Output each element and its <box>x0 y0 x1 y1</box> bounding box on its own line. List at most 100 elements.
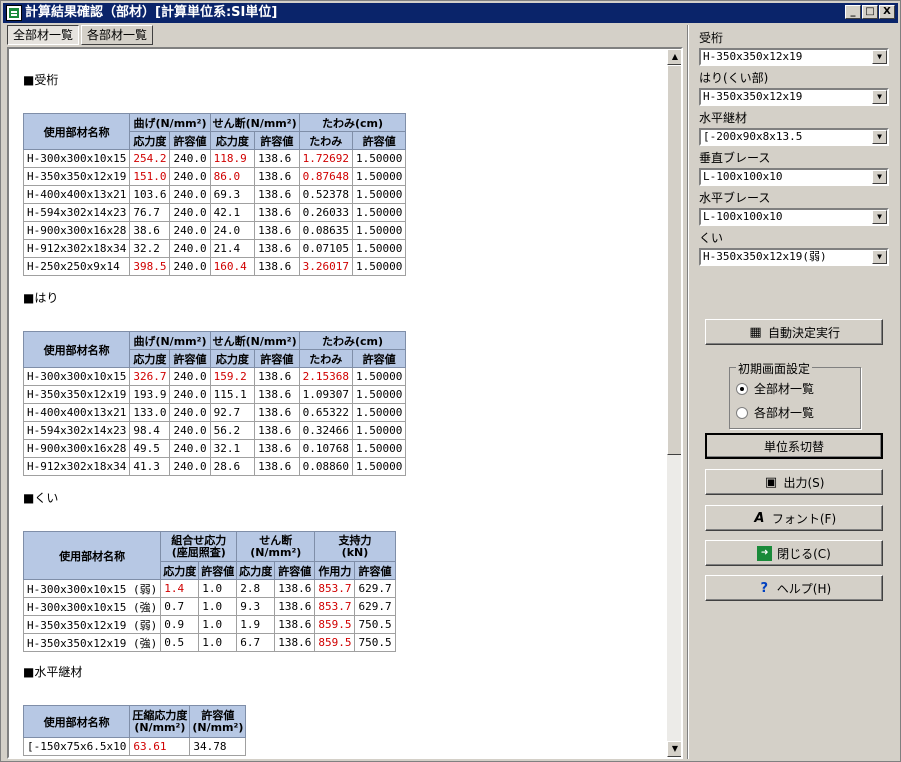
font-icon: A <box>754 510 765 526</box>
value-cell: 32.2 <box>129 239 171 258</box>
results-panel: ■受桁 使用部材名称 曲げ(N/mm²) せん断(N/mm²) たわみ(cm) … <box>7 47 683 759</box>
col-shear: せん断(N/mm²) <box>209 113 300 132</box>
calculator-icon: ▦ <box>749 324 762 340</box>
value-cell: 0.26033 <box>298 203 353 222</box>
value-cell: 859.5 <box>314 633 356 652</box>
label-kui: くい <box>699 231 724 245</box>
scroll-up-button[interactable]: ▲ <box>667 49 681 65</box>
col-shear: せん断 (N/mm²) <box>236 531 316 562</box>
value-cell: 138.6 <box>254 439 300 458</box>
value-cell: 1.09307 <box>298 385 353 404</box>
radio-checked-icon <box>736 382 748 395</box>
close-label: 閉じる(C) <box>777 546 831 561</box>
value-cell: 240.0 <box>169 403 211 422</box>
table-row: [-150x75x6.5x10 63.61 34.78 <box>22 737 247 756</box>
value-cell: 138.6 <box>254 239 300 258</box>
table-row: H-300x300x10x15 (強) 0.7 1.0 9.3 138.6 853.7 62… <box>22 597 396 616</box>
member-name-cell: H-250x250x9x14 <box>22 257 131 276</box>
value-cell: 138.6 <box>274 615 316 634</box>
section-title-hari: ■はり <box>23 291 59 305</box>
value-cell: 1.0 <box>198 579 238 598</box>
col-allowable: 許容値 <box>351 349 407 368</box>
value-cell: 24.0 <box>209 221 256 240</box>
col-bearing: 支持力 (kN) <box>314 531 396 562</box>
member-name-cell: H-400x400x13x21 <box>22 403 131 422</box>
value-cell: 138.6 <box>274 597 316 616</box>
value-cell: 32.1 <box>209 439 256 458</box>
value-cell: 0.07105 <box>298 239 353 258</box>
vertical-scrollbar[interactable]: ▲ ▼ <box>667 49 681 757</box>
select-ukegeta[interactable]: H-350x350x12x19 ▼ <box>699 48 889 66</box>
select-value: [-200x90x8x13.5 <box>703 130 803 143</box>
output-button[interactable]: ▣ 出力(S) <box>705 469 883 495</box>
select-horizontal-brace[interactable]: L-100x100x10 ▼ <box>699 208 889 226</box>
radio-all-members[interactable]: 全部材一覧 <box>736 380 814 397</box>
maximize-button[interactable]: □ <box>862 5 878 19</box>
select-value: H-350x350x12x19 <box>703 50 803 63</box>
output-label: 出力(S) <box>783 475 825 490</box>
right-panel: 受桁 H-350x350x12x19 ▼ はり(くい部) H-350x350x12… <box>691 25 899 759</box>
close-dialog-button[interactable]: ➜ 閉じる(C) <box>705 540 883 566</box>
close-button[interactable]: X <box>879 5 895 19</box>
select-value: L-100x100x10 <box>703 170 783 183</box>
select-suihei[interactable]: [-200x90x8x13.5 ▼ <box>699 128 889 146</box>
tab-each-member[interactable]: 各部材一覧 <box>81 25 154 45</box>
member-name-cell: H-300x300x10x15 <box>22 367 131 386</box>
dropdown-arrow-icon[interactable]: ▼ <box>872 130 887 144</box>
dropdown-arrow-icon[interactable]: ▼ <box>872 90 887 104</box>
suihei-rows: [-150x75x6.5x10 63.61 34.78 <box>22 737 247 756</box>
table-row: H-250x250x9x14 398.5 240.0 160.4 138.6 3.2601… <box>22 257 407 276</box>
value-cell: 1.50000 <box>351 367 407 386</box>
value-cell: 41.3 <box>129 457 171 476</box>
value-cell: 1.50000 <box>351 257 407 276</box>
col-stress: 応力度 <box>129 349 171 368</box>
col-allowable: 許容値 <box>254 349 300 368</box>
value-cell: 138.6 <box>254 385 300 404</box>
value-cell: 76.7 <box>129 203 171 222</box>
title-bar[interactable]: 計算結果確認（部材）[計算単位系:SI単位] _ □ X <box>3 3 898 23</box>
scroll-thumb[interactable] <box>667 65 681 455</box>
table-kui: 使用部材名称 組合せ応力 (座屈照査) せん断 (N/mm²) 支持力 (kN)… <box>22 531 396 652</box>
table-row: H-912x302x18x34 41.3 240.0 28.6 138.6 0.08860… <box>22 457 407 476</box>
value-cell: 1.50000 <box>351 167 407 186</box>
value-cell: 49.5 <box>129 439 171 458</box>
radio-each-member[interactable]: 各部材一覧 <box>736 404 814 421</box>
col-stress: 応力度 <box>160 561 200 580</box>
value-cell: 38.6 <box>129 221 171 240</box>
unit-switch-label: 単位系切替 <box>763 439 824 454</box>
unit-switch-button[interactable]: 単位系切替 <box>705 433 883 459</box>
value-cell: 2.15368 <box>298 367 353 386</box>
table-row: H-912x302x18x34 32.2 240.0 21.4 138.6 0.07105… <box>22 239 407 258</box>
member-name-cell: H-400x400x13x21 <box>22 185 131 204</box>
value-cell: 0.52378 <box>298 185 353 204</box>
exit-icon: ➜ <box>757 545 773 561</box>
help-button[interactable]: ? ヘルプ(H) <box>705 575 883 601</box>
section-title-suihei: ■水平継材 <box>23 665 83 679</box>
value-cell: 2.8 <box>236 579 276 598</box>
value-cell: 0.87648 <box>298 167 353 186</box>
tab-all-members[interactable]: 全部材一覧 <box>7 25 80 45</box>
scroll-down-button[interactable]: ▼ <box>667 741 681 757</box>
value-cell: 1.0 <box>198 615 238 634</box>
dropdown-arrow-icon[interactable]: ▼ <box>872 170 887 184</box>
minimize-button[interactable]: _ <box>845 5 861 19</box>
col-member-name: 使用部材名称 <box>22 705 131 738</box>
col-shear: せん断(N/mm²) <box>209 331 300 350</box>
member-name-cell: H-594x302x14x23 <box>22 421 131 440</box>
select-kui[interactable]: H-350x350x12x19(弱) ▼ <box>699 248 889 266</box>
dropdown-arrow-icon[interactable]: ▼ <box>872 250 887 264</box>
value-cell: 69.3 <box>209 185 256 204</box>
col-combined-stress: 組合せ応力 (座屈照査) <box>160 531 238 562</box>
auto-decide-button[interactable]: ▦ 自動決定実行 <box>705 319 883 345</box>
save-icon: ▣ <box>764 474 778 490</box>
select-vertical-brace[interactable]: L-100x100x10 ▼ <box>699 168 889 186</box>
label-suihei: 水平継材 <box>699 111 748 125</box>
select-hari[interactable]: H-350x350x12x19 ▼ <box>699 88 889 106</box>
font-button[interactable]: A フォント(F) <box>705 505 883 531</box>
value-cell: 56.2 <box>209 421 256 440</box>
value-cell: 859.5 <box>314 615 356 634</box>
dropdown-arrow-icon[interactable]: ▼ <box>872 210 887 224</box>
auto-decide-label: 自動決定実行 <box>767 325 840 340</box>
dropdown-arrow-icon[interactable]: ▼ <box>872 50 887 64</box>
value-cell: 1.50000 <box>351 239 407 258</box>
